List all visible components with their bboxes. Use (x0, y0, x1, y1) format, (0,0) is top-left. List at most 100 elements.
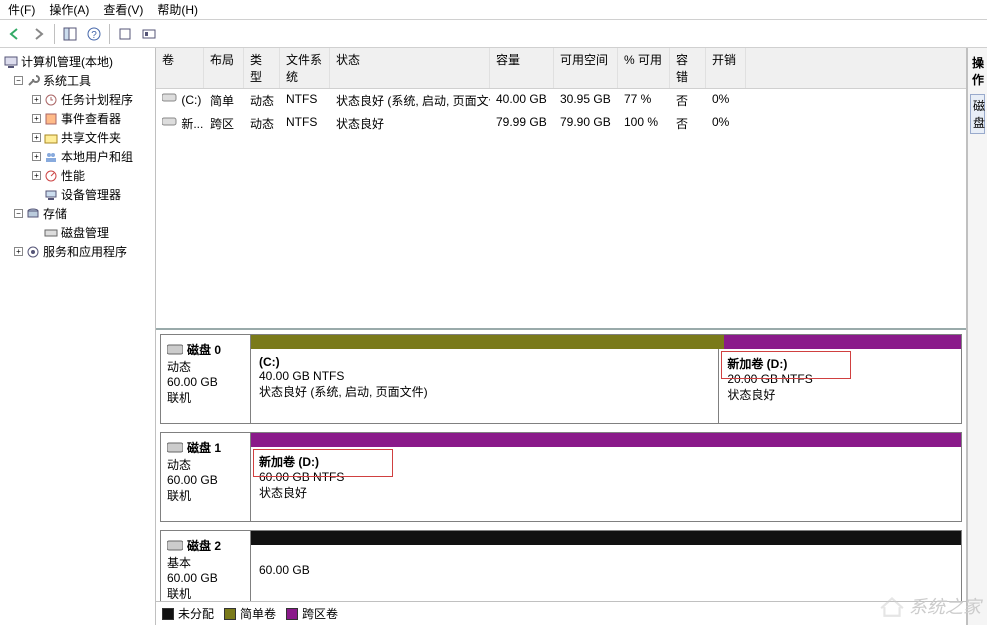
collapse-icon[interactable]: − (14, 209, 23, 218)
volume-header-row: 卷 布局 类型 文件系统 状态 容量 可用空间 % 可用 容错 开销 (156, 48, 966, 89)
actions-title: 操作 (970, 52, 985, 90)
partition-status: 状态良好 (259, 484, 953, 501)
volume-row[interactable]: (C:) 简单 动态 NTFS 状态良好 (系统, 启动, 页面文件) 40.0… (156, 89, 966, 112)
col-pct[interactable]: % 可用 (618, 48, 670, 88)
highlight-box (721, 351, 851, 379)
disk-block-2[interactable]: 磁盘 2 基本 60.00 GB 联机 60.00 GB (160, 530, 962, 601)
tree-shared-folders[interactable]: + 共享文件夹 (30, 128, 153, 147)
tree-performance[interactable]: + 性能 (30, 166, 153, 185)
disk-state: 联机 (167, 389, 244, 406)
disk-icon (167, 540, 183, 552)
expand-icon[interactable]: + (14, 247, 23, 256)
partition-d-span[interactable]: 新加卷 (D:) 60.00 GB NTFS 状态良好 (251, 447, 961, 521)
disk-label: 磁盘 0 动态 60.00 GB 联机 (161, 335, 251, 423)
disk-name: 磁盘 0 (187, 341, 221, 358)
actions-item[interactable]: 磁盘 (970, 94, 985, 134)
tree-disk-management[interactable]: 磁盘管理 (30, 223, 153, 242)
vol-name: 新... (181, 117, 203, 131)
folder-share-icon (44, 131, 58, 145)
menu-action[interactable]: 操作(A) (45, 0, 93, 19)
help-button[interactable]: ? (83, 23, 105, 45)
partition-title: (C:) (259, 355, 710, 369)
col-filesystem[interactable]: 文件系统 (280, 48, 330, 88)
partition-d-new[interactable]: 新加卷 (D:) 20.00 GB NTFS 状态良好 (719, 349, 961, 423)
services-icon (26, 245, 40, 259)
partition-color-bar (251, 531, 961, 545)
computer-icon (4, 55, 18, 69)
tree-system-tools[interactable]: − 系统工具 (12, 71, 153, 90)
partition-size: 40.00 GB NTFS (259, 369, 710, 383)
menu-help[interactable]: 帮助(H) (153, 0, 202, 19)
clock-icon (44, 93, 58, 107)
disk-type: 基本 (167, 554, 244, 571)
settings-button[interactable] (138, 23, 160, 45)
partition-unallocated[interactable]: 60.00 GB (251, 545, 961, 601)
disk-size: 60.00 GB (167, 375, 244, 389)
tree-device-manager[interactable]: 设备管理器 (30, 185, 153, 204)
tree-label: 共享文件夹 (61, 129, 121, 146)
nav-forward-button[interactable] (28, 23, 50, 45)
expand-icon[interactable]: + (32, 114, 41, 123)
col-capacity[interactable]: 容量 (490, 48, 554, 88)
disk-block-0[interactable]: 磁盘 0 动态 60.00 GB 联机 (C:) 40.00 GB NTFS (160, 334, 962, 424)
show-hide-tree-button[interactable] (59, 23, 81, 45)
expand-icon[interactable]: + (32, 133, 41, 142)
tree-local-users[interactable]: + 本地用户和组 (30, 147, 153, 166)
menu-view[interactable]: 查看(V) (99, 0, 147, 19)
toolbar-sep (54, 24, 55, 44)
disk-icon (167, 344, 183, 356)
toolbar: ? (0, 20, 987, 48)
disk-size: 60.00 GB (167, 571, 244, 585)
actions-pane[interactable]: 操作 磁盘 (967, 48, 987, 625)
toolbar-sep (109, 24, 110, 44)
disk-graphical-pane[interactable]: 磁盘 0 动态 60.00 GB 联机 (C:) 40.00 GB NTFS (156, 328, 966, 601)
partition-c[interactable]: (C:) 40.00 GB NTFS 状态良好 (系统, 启动, 页面文件) (251, 349, 719, 423)
tree-event-viewer[interactable]: + 事件查看器 (30, 109, 153, 128)
tree-task-scheduler[interactable]: + 任务计划程序 (30, 90, 153, 109)
vol-type: 动态 (244, 91, 280, 110)
disk-type: 动态 (167, 456, 244, 473)
tree-label: 事件查看器 (61, 110, 121, 127)
disk-label: 磁盘 2 基本 60.00 GB 联机 (161, 531, 251, 601)
tree-label: 设备管理器 (61, 186, 121, 203)
nav-back-button[interactable] (4, 23, 26, 45)
volume-row[interactable]: 新... 跨区 动态 NTFS 状态良好 79.99 GB 79.90 GB 1… (156, 112, 966, 135)
vol-fault: 否 (670, 91, 706, 110)
menu-file[interactable]: 件(F) (4, 0, 39, 19)
expand-icon[interactable]: + (32, 171, 41, 180)
vol-fault: 否 (670, 114, 706, 133)
tree-services-apps[interactable]: + 服务和应用程序 (12, 242, 153, 261)
legend-unallocated: 未分配 (162, 605, 214, 622)
expand-icon[interactable]: + (32, 95, 41, 104)
tree-label: 磁盘管理 (61, 224, 109, 241)
book-icon (44, 112, 58, 126)
tree-storage[interactable]: − 存储 (12, 204, 153, 223)
vol-free: 79.90 GB (554, 114, 618, 133)
col-status[interactable]: 状态 (330, 48, 490, 88)
tree-label: 服务和应用程序 (43, 243, 127, 260)
partition-status: 状态良好 (727, 386, 953, 403)
vol-name: (C:) (181, 93, 201, 107)
volume-icon (162, 92, 178, 104)
col-free[interactable]: 可用空间 (554, 48, 618, 88)
refresh-button[interactable] (114, 23, 136, 45)
col-fault[interactable]: 容错 (670, 48, 706, 88)
expand-icon[interactable]: + (32, 152, 41, 161)
partition-color-bar (251, 433, 961, 447)
tree-root[interactable]: 计算机管理(本地) (2, 52, 153, 71)
legend-bar: 未分配 简单卷 跨区卷 (156, 601, 966, 625)
col-type[interactable]: 类型 (244, 48, 280, 88)
collapse-icon[interactable]: − (14, 76, 23, 85)
disk-state: 联机 (167, 487, 244, 504)
col-overhead[interactable]: 开销 (706, 48, 746, 88)
nav-tree[interactable]: 计算机管理(本地) − 系统工具 + 任务计划程序 + 事件查看器 + 共享文件… (0, 48, 156, 625)
col-volume[interactable]: 卷 (156, 48, 204, 88)
disk-block-1[interactable]: 磁盘 1 动态 60.00 GB 联机 新加卷 (D:) 60.00 GB NT… (160, 432, 962, 522)
content-pane: 卷 布局 类型 文件系统 状态 容量 可用空间 % 可用 容错 开销 (C:) … (156, 48, 967, 625)
col-layout[interactable]: 布局 (204, 48, 244, 88)
highlight-box (253, 449, 393, 477)
tree-root-label: 计算机管理(本地) (21, 53, 113, 70)
volume-list[interactable]: 卷 布局 类型 文件系统 状态 容量 可用空间 % 可用 容错 开销 (C:) … (156, 48, 966, 328)
svg-text:?: ? (91, 30, 97, 41)
tree-label: 本地用户和组 (61, 148, 133, 165)
